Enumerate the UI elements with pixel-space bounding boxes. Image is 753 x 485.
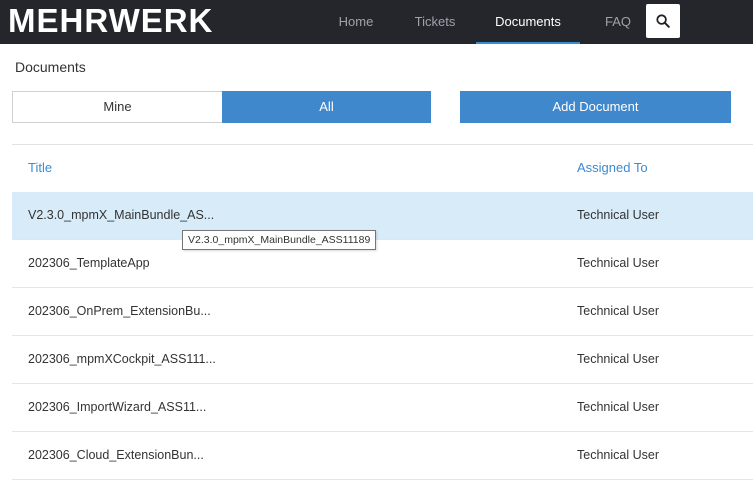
document-assignee: Technical User [577,400,659,414]
search-button[interactable] [646,4,680,38]
filter-all-button[interactable]: All [222,91,431,123]
search-icon [656,14,670,28]
add-document-button[interactable]: Add Document [460,91,731,123]
nav-faq-label: FAQ [604,14,631,29]
table-row[interactable]: 202306_ImportWizard_ASS11... Technical U… [12,384,753,432]
document-assignee: Technical User [577,352,659,366]
filter-mine-button[interactable]: Mine [12,91,222,123]
table-row[interactable]: 202306_Cloud_ExtensionBun... Technical U… [12,432,753,480]
title-tooltip: V2.3.0_mpmX_MainBundle_ASS11189 [182,230,377,250]
document-assignee: Technical User [577,448,659,462]
table-row[interactable]: 202306_mpmXCockpit_ASS111... Technical U… [12,336,753,384]
document-assignee: Technical User [577,256,659,270]
document-title: 202306_mpmXCockpit_ASS111... [28,352,216,366]
nav-documents-label: Documents [495,14,561,29]
brand-logo[interactable]: MEHRWERK [8,1,213,41]
page-title: Documents [15,59,86,75]
nav-documents[interactable]: Documents [476,0,580,44]
document-title: 202306_TemplateApp [28,256,150,270]
document-title: 202306_OnPrem_ExtensionBu... [28,304,211,318]
document-title: 202306_Cloud_ExtensionBun... [28,448,204,462]
column-header-title[interactable]: Title [28,160,52,175]
active-nav-indicator [476,42,580,44]
nav-faq[interactable]: FAQ [598,0,638,44]
column-header-assigned[interactable]: Assigned To [577,160,648,175]
divider [12,144,753,145]
table-row[interactable]: 202306_OnPrem_ExtensionBu... Technical U… [12,288,753,336]
table-row[interactable]: V2.3.0_mpmX_MainBundle_AS... Technical U… [12,192,753,240]
nav-tickets-label: Tickets [414,14,456,29]
document-title: 202306_ImportWizard_ASS11... [28,400,207,414]
top-navbar: MEHRWERK Home Tickets Documents FAQ [0,0,753,44]
nav-home[interactable]: Home [331,0,381,44]
document-assignee: Technical User [577,208,659,222]
document-assignee: Technical User [577,304,659,318]
nav-tickets[interactable]: Tickets [405,0,465,44]
nav-home-label: Home [338,14,374,29]
table-row[interactable]: 202306_TemplateApp Technical User [12,240,753,288]
